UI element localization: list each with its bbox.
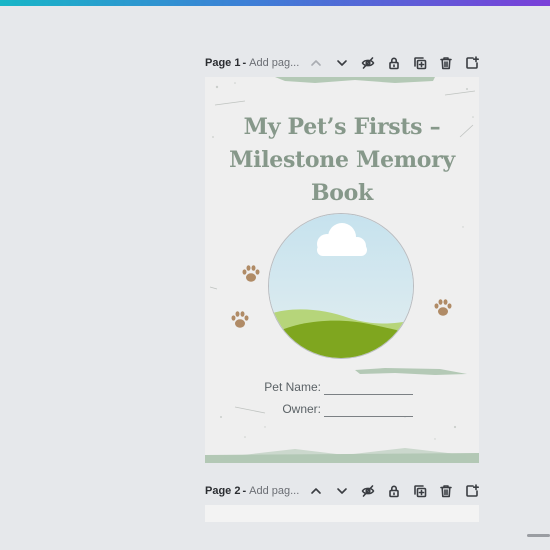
add-page-button[interactable] [459, 481, 485, 501]
chevron-up-icon [311, 60, 321, 66]
lock-page-button[interactable] [381, 53, 407, 73]
trash-icon [440, 485, 452, 498]
owner-label: Owner: [282, 402, 321, 416]
paw-print-icon [434, 299, 452, 316]
hide-page-button[interactable] [355, 53, 381, 73]
photo-frame-landscape [268, 213, 414, 359]
horizontal-scrollbar-thumb[interactable] [527, 534, 550, 537]
book-title-line-1: My Pet’s Firsts – [243, 114, 441, 140]
pet-name-label: Pet Name: [264, 380, 321, 394]
page-title-input[interactable]: Add pag... [249, 57, 299, 69]
chevron-up-icon [311, 488, 321, 494]
lock-icon [389, 485, 399, 498]
book-title-line-3: Book [311, 180, 373, 206]
delete-page-button[interactable] [433, 53, 459, 73]
move-page-up-button[interactable] [303, 481, 329, 501]
duplicate-icon [414, 485, 427, 498]
book-title: My Pet’s Firsts – Milestone Memory Book [205, 111, 479, 210]
page-number: Page 1 [205, 57, 241, 69]
page-2-header: Page 2 - Add pag... [205, 481, 480, 501]
delete-page-button[interactable] [433, 481, 459, 501]
add-page-icon [466, 56, 479, 69]
page-title-separator: - [242, 57, 247, 69]
add-page-icon [466, 484, 479, 497]
page-1-header: Page 1 - Add pag... [205, 53, 480, 73]
paw-print-icon [242, 265, 260, 282]
chevron-down-icon [337, 60, 347, 66]
page-title-separator: - [242, 485, 247, 497]
page-toolbar [303, 481, 485, 501]
duplicate-page-button[interactable] [407, 481, 433, 501]
duplicate-page-button[interactable] [407, 53, 433, 73]
page-2-canvas[interactable] [205, 505, 479, 522]
paw-print-icon [231, 311, 249, 328]
add-page-button[interactable] [459, 53, 485, 73]
pet-name-line [324, 394, 413, 395]
chevron-down-icon [337, 488, 347, 494]
page-1-canvas[interactable]: My Pet’s Firsts – Milestone Memory Book [205, 77, 479, 463]
hide-page-button[interactable] [355, 481, 381, 501]
eye-hide-icon [361, 485, 375, 497]
lock-icon [389, 57, 399, 70]
move-page-down-button[interactable] [329, 481, 355, 501]
duplicate-icon [414, 57, 427, 70]
eye-hide-icon [361, 57, 375, 69]
landscape-illustration [269, 214, 413, 358]
page-title-input[interactable]: Add pag... [249, 485, 299, 497]
move-page-down-button[interactable] [329, 53, 355, 73]
page-toolbar [303, 53, 485, 73]
app-accent-bar [0, 0, 550, 6]
trash-icon [440, 57, 452, 70]
page-number: Page 2 [205, 485, 241, 497]
move-page-up-button[interactable] [303, 53, 329, 73]
book-title-line-2: Milestone Memory [229, 147, 455, 173]
lock-page-button[interactable] [381, 481, 407, 501]
owner-line [324, 416, 413, 417]
